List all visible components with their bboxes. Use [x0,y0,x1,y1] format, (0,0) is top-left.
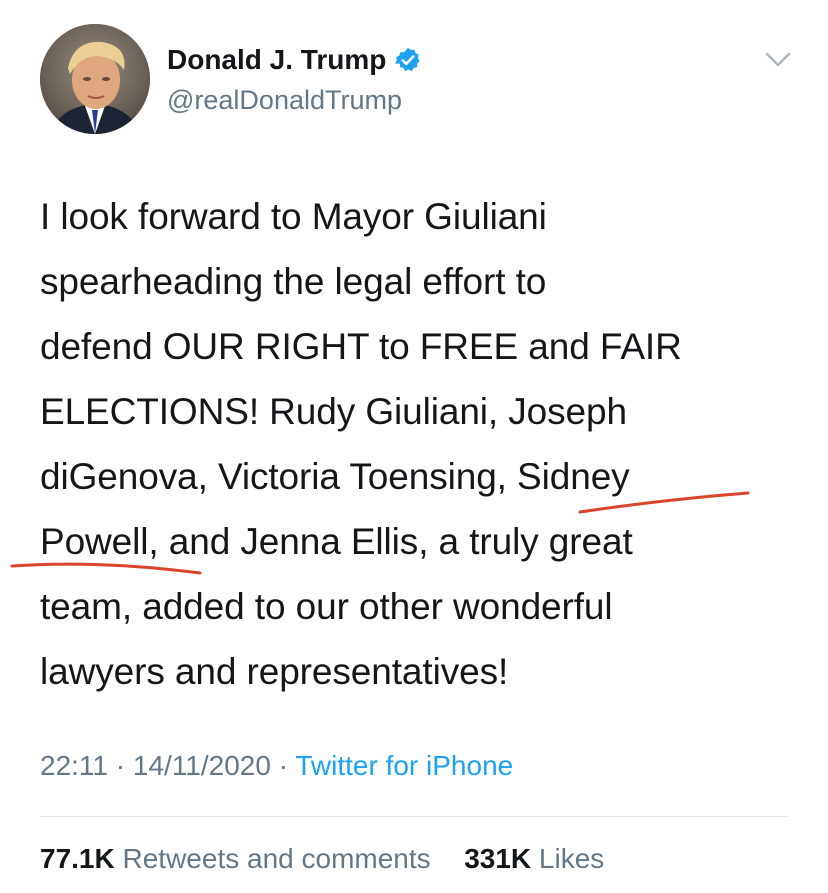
tweet-line: diGenova, Victoria Toensing, Sidney [40,456,630,497]
tweet-card: Donald J. Trump @realDonaldTrump I look … [0,0,828,893]
verified-badge-icon [395,47,421,71]
tweet-line: ELECTIONS! Rudy Giuliani, Joseph [40,391,627,432]
chevron-down-icon[interactable] [764,50,792,70]
user-handle[interactable]: @realDonaldTrump [167,85,402,116]
tweet-text: I look forward to Mayor Giuliani spearhe… [40,184,810,704]
display-name-text: Donald J. Trump [167,44,387,75]
avatar[interactable] [40,24,150,134]
meta-separator: · [278,750,289,781]
tweet-line: I look forward to Mayor Giuliani [40,196,547,237]
tweet-stats: 77.1K Retweets and comments 331K Likes [40,843,604,875]
likes-stat[interactable]: 331K Likes [464,843,604,874]
display-name[interactable]: Donald J. Trump [167,44,422,76]
retweets-label: Retweets and comments [122,843,431,874]
meta-separator: · [115,750,126,781]
tweet-line: defend OUR RIGHT to FREE and FAIR [40,326,682,367]
tweet-line: lawyers and representatives! [40,651,509,692]
tweet-line: team, added to our other wonderful [40,586,613,627]
divider [40,816,788,817]
tweet-line: Powell, and Jenna Ellis, a truly great [40,521,633,562]
retweets-stat[interactable]: 77.1K Retweets and comments [40,843,438,874]
retweets-count: 77.1K [40,843,115,874]
tweet-meta: 22:11 · 14/11/2020 · Twitter for iPhone [40,750,513,782]
tweet-date: 14/11/2020 [132,750,271,781]
likes-count: 331K [464,843,532,874]
tweet-line: spearheading the legal effort to [40,261,547,302]
tweet-source-link[interactable]: Twitter for iPhone [295,750,513,781]
avatar-photo-icon [40,24,150,134]
likes-label: Likes [538,843,605,874]
tweet-time: 22:11 [40,750,108,781]
